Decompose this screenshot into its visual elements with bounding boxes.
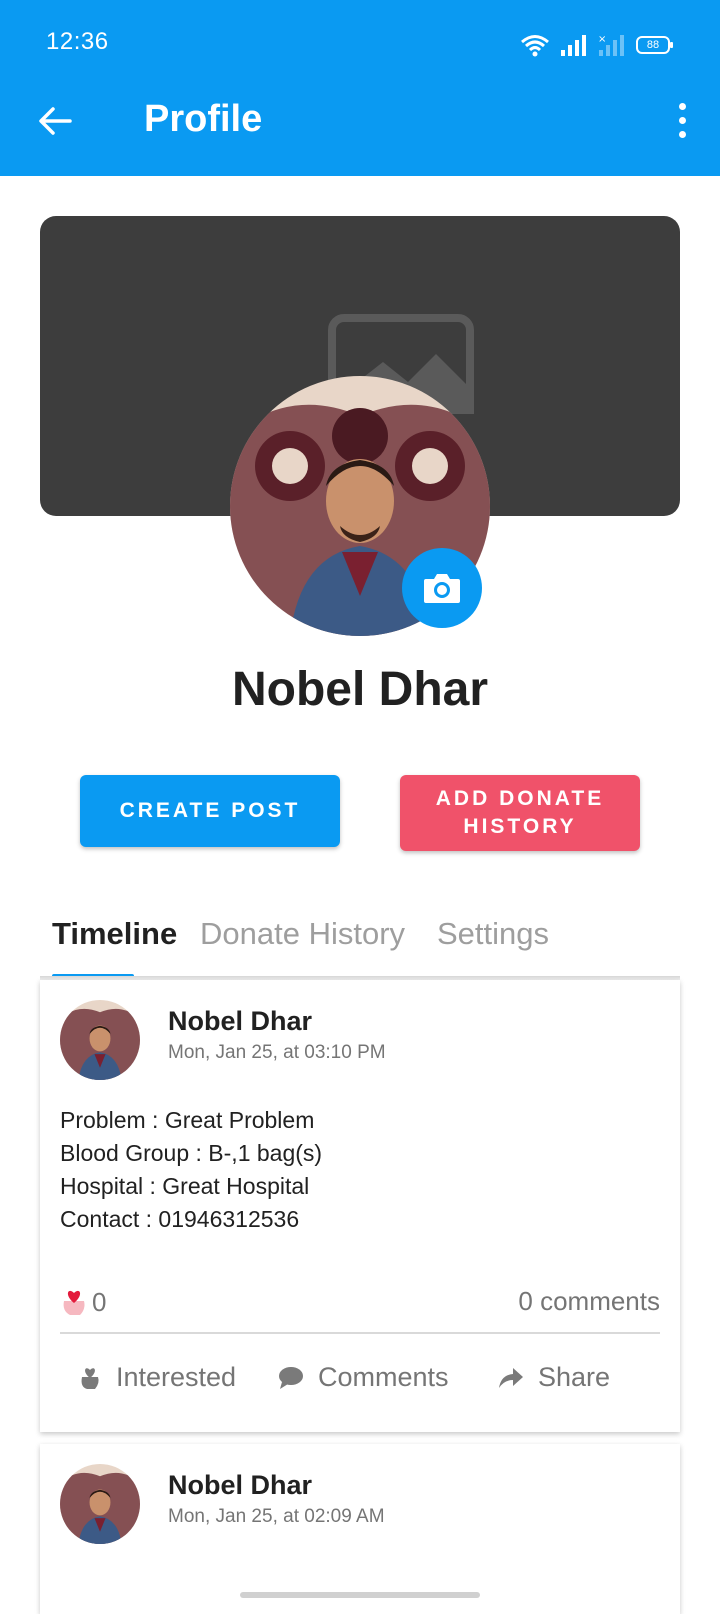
avatar-image	[60, 1464, 140, 1544]
dot	[678, 102, 686, 110]
back-button[interactable]	[30, 96, 80, 146]
post-timestamp: Mon, Jan 25, at 02:09 AM	[168, 1506, 385, 1527]
heart-hand-icon	[63, 1290, 85, 1315]
wifi-icon	[521, 35, 549, 57]
signal-icon	[561, 35, 586, 56]
tab-timeline[interactable]: Timeline	[52, 916, 177, 952]
divider	[60, 1332, 660, 1334]
status-time: 12:36	[46, 28, 109, 55]
post-card: Nobel Dhar Mon, Jan 25, at 02:09 AM	[40, 1444, 680, 1614]
post-author-name[interactable]: Nobel Dhar	[168, 1006, 312, 1037]
more-options-button[interactable]	[670, 96, 694, 144]
post-line-hospital: Hospital : Great Hospital	[60, 1173, 310, 1199]
arrow-left-icon	[39, 107, 72, 135]
svg-text:×: ×	[598, 34, 606, 45]
page-title: Profile	[144, 98, 263, 140]
status-icons: × 88	[520, 30, 673, 60]
post-card: Nobel Dhar Mon, Jan 25, at 03:10 PM Prob…	[40, 980, 680, 1432]
comment-icon	[279, 1366, 303, 1389]
post-timestamp: Mon, Jan 25, at 03:10 PM	[168, 1042, 386, 1063]
avatar-image	[60, 1000, 140, 1080]
post-line-blood-group: Blood Group : B-,1 bag(s)	[60, 1140, 323, 1166]
camera-icon	[424, 574, 460, 603]
post-line-problem: Problem : Great Problem	[60, 1107, 315, 1133]
heart-hand-icon	[81, 1367, 99, 1389]
dot	[678, 130, 686, 138]
profile-name: Nobel Dhar	[231, 663, 489, 716]
create-post-button[interactable]: CREATE POST	[80, 775, 340, 847]
comments-count[interactable]: 0 comments	[518, 1286, 660, 1317]
post-author-avatar[interactable]	[60, 1464, 140, 1544]
dot	[678, 116, 686, 124]
share-button[interactable]: Share	[498, 1362, 610, 1393]
gesture-bar[interactable]	[240, 1592, 480, 1598]
post-body: Problem : Great Problem Blood Group : B-…	[60, 1104, 322, 1236]
tab-donate-history[interactable]: Donate History	[200, 916, 405, 952]
app-bar: 12:36 × 88 Profile	[0, 0, 720, 176]
share-label: Share	[538, 1362, 611, 1392]
share-icon	[499, 1367, 523, 1388]
battery-icon: 88	[636, 36, 673, 54]
post-author-name[interactable]: Nobel Dhar	[168, 1470, 312, 1501]
profile-tabs: Timeline Donate History Settings	[52, 910, 672, 980]
interested-label: Interested	[116, 1362, 237, 1392]
signal-weak-icon: ×	[598, 34, 624, 56]
interest-count-value: 0	[92, 1286, 107, 1317]
comments-label: Comments	[318, 1362, 449, 1392]
add-donate-history-button[interactable]: ADD DONATE HISTORY	[400, 775, 640, 851]
tab-settings[interactable]: Settings	[437, 916, 549, 952]
comments-button[interactable]: Comments	[278, 1362, 449, 1393]
post-line-contact: Contact : 01946312536	[60, 1206, 300, 1232]
change-avatar-button[interactable]	[402, 548, 482, 628]
interested-button[interactable]: Interested	[78, 1362, 236, 1393]
interest-count: 0	[60, 1286, 106, 1318]
post-author-avatar[interactable]	[60, 1000, 140, 1080]
